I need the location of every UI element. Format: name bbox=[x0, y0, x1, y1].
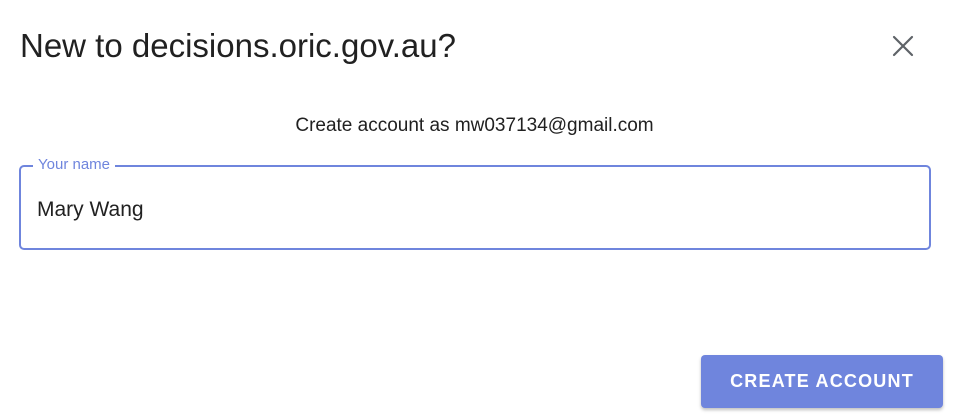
create-account-dialog: New to decisions.oric.gov.au? Create acc… bbox=[0, 0, 953, 416]
dialog-title: New to decisions.oric.gov.au? bbox=[20, 27, 456, 64]
name-field: Your name bbox=[19, 155, 931, 250]
create-account-button[interactable]: CREATE ACCOUNT bbox=[701, 355, 943, 408]
create-account-message: Create account as mw037134@gmail.com bbox=[295, 115, 654, 136]
name-field-label: Your name bbox=[33, 155, 115, 175]
name-input[interactable] bbox=[37, 194, 907, 226]
close-button[interactable] bbox=[883, 26, 923, 66]
close-icon bbox=[892, 35, 914, 57]
